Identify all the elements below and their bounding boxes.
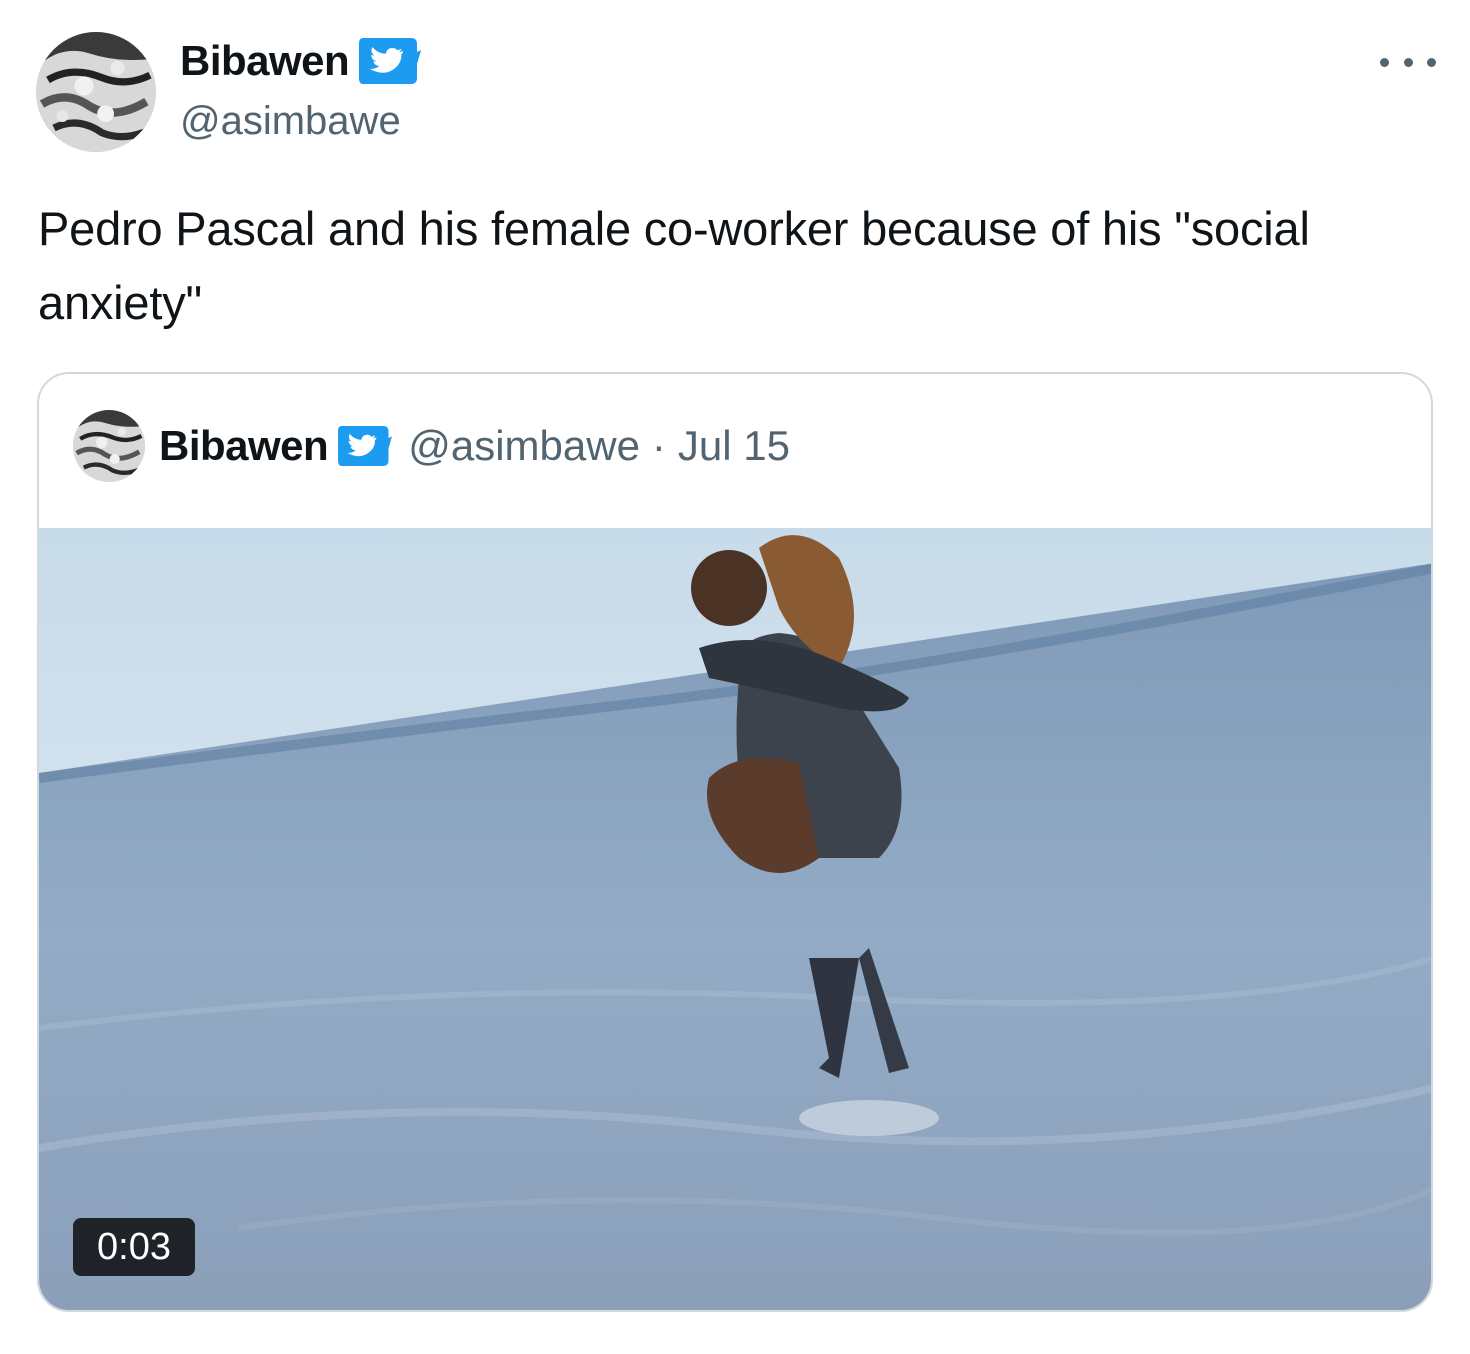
avatar-image xyxy=(73,410,145,482)
video-player[interactable]: 0:03 xyxy=(39,528,1431,1310)
quoted-tweet-card[interactable]: Bibawen @asimbawe · Jul 15 0:03 xyxy=(37,372,1433,1312)
separator-dot: · xyxy=(651,422,666,469)
author-avatar[interactable] xyxy=(36,32,156,152)
ellipsis-icon-dot xyxy=(1380,57,1389,67)
video-duration-badge: 0:03 xyxy=(73,1218,195,1276)
ellipsis-icon-dot xyxy=(1403,57,1413,67)
author-handle[interactable]: @asimbawe xyxy=(180,96,401,146)
video-frame-image xyxy=(39,528,1431,1310)
quoted-tweet-date[interactable]: Jul 15 xyxy=(678,422,790,470)
quoted-author-display-name[interactable]: Bibawen xyxy=(159,422,329,470)
ellipsis-icon-dot xyxy=(1427,57,1436,67)
verified-badge-icon xyxy=(338,426,393,466)
author-display-name[interactable]: Bibawen xyxy=(180,36,350,86)
quoted-author-handle[interactable]: @asimbawe xyxy=(408,422,640,470)
author-name-row: Bibawen xyxy=(180,36,422,86)
tweet-text: Pedro Pascal and his female co-worker be… xyxy=(38,202,1310,329)
avatar-image xyxy=(36,32,156,152)
verified-badge-icon xyxy=(359,38,422,84)
quoted-author-avatar[interactable] xyxy=(73,410,145,482)
quoted-tweet-header: Bibawen @asimbawe · Jul 15 xyxy=(73,410,790,482)
more-options-button[interactable] xyxy=(1380,44,1436,80)
tweet: Bibawen @asimbawe Pedro Pascal and his f… xyxy=(0,0,1470,1354)
